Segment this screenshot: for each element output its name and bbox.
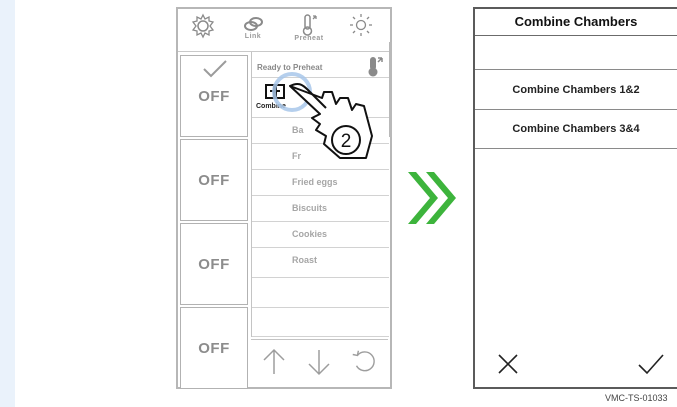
close-icon <box>498 354 518 374</box>
chamber-4-state: OFF <box>198 340 230 357</box>
scrollbar[interactable] <box>389 42 392 137</box>
chamber-2-state: OFF <box>198 172 230 189</box>
menu-item-label: Biscuits <box>292 203 328 213</box>
scroll-down-button[interactable] <box>304 346 334 378</box>
undo-icon <box>352 350 375 372</box>
settings-button[interactable] <box>178 11 228 49</box>
brightness-button[interactable] <box>336 11 386 49</box>
chamber-1-state: OFF <box>198 88 230 105</box>
menu-item-6[interactable]: Roast <box>252 248 389 278</box>
link-icon <box>244 17 263 31</box>
arrow-down-icon <box>308 350 330 376</box>
divider <box>475 148 677 149</box>
preheat-button[interactable]: Preheat <box>284 11 334 49</box>
combine-chambers-dialog: Combine Chambers Combine Chambers 1&2 Co… <box>473 7 677 389</box>
thermometer-icon <box>302 14 317 36</box>
menu-item-label: Cookies <box>292 229 328 239</box>
menu-item-5[interactable]: Cookies <box>252 222 389 248</box>
chamber-3-button[interactable]: OFF <box>180 223 248 305</box>
bottom-navigation <box>251 339 388 384</box>
preheat-label: Preheat <box>294 35 324 42</box>
menu-item-empty-1[interactable] <box>252 278 389 308</box>
confirm-button[interactable] <box>635 349 665 379</box>
menu-item-empty-2[interactable] <box>252 308 389 337</box>
gear-icon <box>191 13 215 39</box>
link-button[interactable]: Link <box>228 11 278 49</box>
combine-1-2-option[interactable]: Combine Chambers 1&2 <box>475 71 677 109</box>
cancel-button[interactable] <box>493 349 523 379</box>
hand-pointer-icon: 2 <box>272 72 373 159</box>
menu-item-label: Fried eggs <box>292 177 338 187</box>
chamber-2-button[interactable]: OFF <box>180 139 248 221</box>
top-toolbar: Link Preheat <box>178 9 390 52</box>
dialog-title: Combine Chambers <box>475 9 677 36</box>
back-button[interactable] <box>349 346 379 378</box>
check-icon <box>203 60 227 78</box>
sun-icon <box>350 14 372 36</box>
chamber-4-button[interactable]: OFF <box>180 307 248 389</box>
divider <box>475 69 677 70</box>
link-label: Link <box>244 33 262 40</box>
combine-3-4-option[interactable]: Combine Chambers 3&4 <box>475 110 677 148</box>
scroll-up-button[interactable] <box>259 346 289 378</box>
chamber-3-state: OFF <box>198 256 230 273</box>
check-icon <box>638 354 664 375</box>
arrow-up-icon <box>263 348 285 374</box>
step-number: 2 <box>341 131 352 152</box>
figure-code: VMC-TS-01033 <box>605 393 668 403</box>
menu-item-4[interactable]: Biscuits <box>252 196 389 222</box>
chamber-1-button[interactable]: OFF <box>180 55 248 137</box>
double-chevron-icon <box>408 172 456 224</box>
menu-item-label: Roast <box>292 255 318 265</box>
